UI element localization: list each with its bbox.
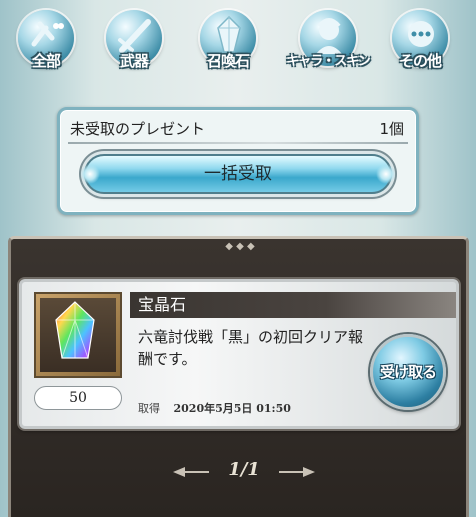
rainbow-crystal-icon <box>55 301 95 359</box>
present-list-panel: ◆ ◆ ◆ 50 宝晶石 六竜討伐戦「黒」の初回クリア報酬です。 受け取る 取得… <box>8 236 469 517</box>
tab-label: キャラ・スキン <box>286 54 371 69</box>
category-tabs: 全部 武器 召喚石 キャラ・スキン その他 <box>0 0 476 90</box>
receive-button-label: 受け取る <box>379 363 437 381</box>
received-meta: 取得 2020年5月5日 01:50 <box>138 400 291 416</box>
unreceived-summary: 未受取のプレゼント 1個 一括受取 <box>57 107 419 215</box>
tab-weapon[interactable]: 武器 <box>92 6 176 84</box>
item-thumbnail <box>34 292 122 378</box>
receive-button[interactable]: 受け取る <box>370 334 446 410</box>
tab-label: その他 <box>398 52 442 70</box>
sparkle-icon <box>80 164 100 184</box>
prev-page-icon[interactable] <box>171 465 211 479</box>
summary-title: 未受取のプレゼント <box>70 120 206 138</box>
item-name: 宝晶石 <box>130 292 456 318</box>
sparkle-icon <box>376 164 396 184</box>
present-card: 50 宝晶石 六竜討伐戦「黒」の初回クリア報酬です。 受け取る 取得 2020年… <box>19 279 459 429</box>
tab-character-skin[interactable]: キャラ・スキン <box>286 6 371 84</box>
quantity-badge: 50 <box>34 386 122 410</box>
tab-label: 全部 <box>31 52 61 70</box>
page-indicator: 1/1 <box>228 459 260 480</box>
received-label: 取得 <box>138 402 160 415</box>
bulk-receive-label: 一括受取 <box>204 164 272 184</box>
tab-all[interactable]: 全部 <box>4 6 88 84</box>
bulk-receive-button[interactable]: 一括受取 <box>80 154 396 194</box>
summary-count: 1個 <box>379 120 404 138</box>
item-description: 六竜討伐戦「黒」の初回クリア報酬です。 <box>138 328 364 368</box>
ornament-icon: ◆ ◆ ◆ <box>225 241 255 252</box>
tab-other[interactable]: その他 <box>378 6 462 84</box>
tab-label: 武器 <box>119 52 149 70</box>
received-date: 2020年5月5日 01:50 <box>173 402 291 415</box>
tab-label: 召喚石 <box>206 52 250 70</box>
tab-summon-stone[interactable]: 召喚石 <box>186 6 270 84</box>
next-page-icon[interactable] <box>277 465 317 479</box>
pagination: 1/1 <box>11 459 466 489</box>
divider <box>68 142 408 144</box>
